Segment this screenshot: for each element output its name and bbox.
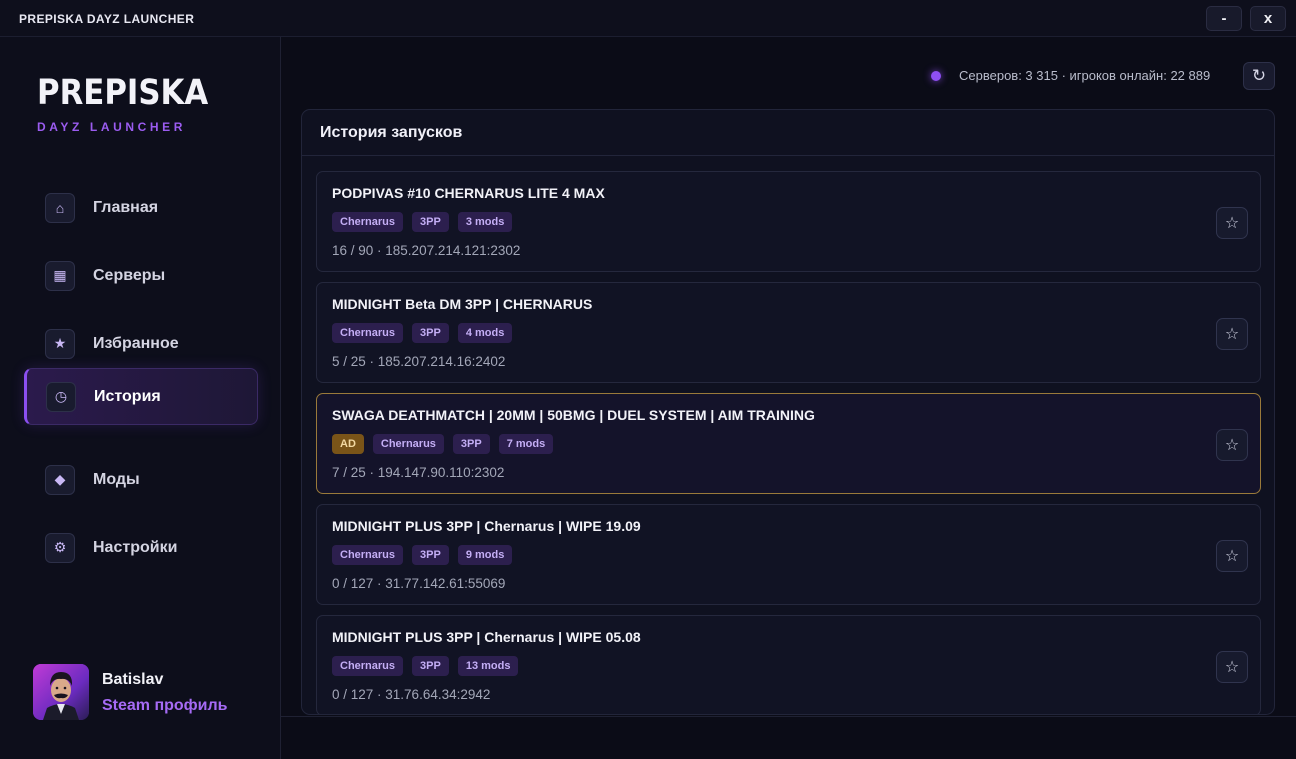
server-meta: 16 / 90 · 185.207.214.121:2302 (332, 243, 521, 258)
panel-header: История запусков (302, 110, 1274, 156)
sidebar-item-3[interactable]: ◷ История (24, 368, 258, 425)
server-meta: 7 / 25 · 194.147.90.110:2302 (332, 465, 505, 480)
server-tag: Chernarus (332, 656, 404, 676)
star-outline-icon: ☆ (1224, 215, 1240, 232)
server-meta: 5 / 25 · 185.207.214.16:2402 (332, 354, 506, 369)
server-name: MIDNIGHT Beta DM 3PP | CHERNARUS (332, 296, 593, 312)
gear-icon: ⚙ (45, 532, 75, 563)
server-tags: AD Chernarus 3PP 7 mods (332, 434, 554, 454)
avatar[interactable] (33, 664, 89, 720)
server-meta: 0 / 127 · 31.77.142.61:55069 (332, 576, 506, 591)
history-panel: История запусков PODPIVAS #10 CHERNARUS … (301, 109, 1275, 715)
app-title: PREPISKA DAYZ LAUNCHER (19, 12, 195, 26)
server-card[interactable]: PODPIVAS #10 CHERNARUS LITE 4 MAX Chernar… (316, 171, 1261, 272)
title-bar: PREPISKA DAYZ LAUNCHER - x (0, 0, 1296, 37)
sidebar: PREPISKA DAYZ LAUNCHER ⌂ Главная ▦ Серверы ★… (0, 37, 281, 759)
server-tag: 7 mods (498, 434, 554, 454)
refresh-icon: ↻ (1251, 66, 1267, 85)
main-content: Серверов: 3 315 · игроков онлайн: 22 889… (281, 37, 1296, 759)
diamond-icon: ◆ (45, 464, 75, 495)
server-tag: 9 mods (457, 545, 513, 565)
server-tag: 3PP (412, 545, 449, 565)
server-tag: 4 mods (457, 323, 513, 343)
footer-divider (281, 716, 1296, 717)
star-outline-icon: ☆ (1224, 437, 1240, 454)
sidebar-item-0[interactable]: ⌂ Главная (24, 179, 258, 236)
sidebar-item-label: Моды (93, 470, 140, 488)
server-tag: 3PP (412, 656, 449, 676)
star-icon: ★ (45, 328, 75, 359)
star-outline-icon: ☆ (1224, 548, 1240, 565)
favorite-button[interactable]: ☆ (1216, 540, 1248, 572)
favorite-button[interactable]: ☆ (1216, 651, 1248, 683)
logo-subtitle: DAYZ LAUNCHER (37, 120, 187, 134)
logo: PREPISKA (37, 73, 209, 113)
server-tag: 3PP (412, 323, 449, 343)
server-tags: Chernarus 3PP 9 mods (332, 545, 513, 565)
profile-name: Batislav (102, 671, 164, 688)
star-outline-icon: ☆ (1224, 326, 1240, 343)
favorite-button[interactable]: ☆ (1216, 429, 1248, 461)
star-outline-icon: ☆ (1224, 659, 1240, 676)
sidebar-item-label: Настройки (93, 538, 178, 556)
minimize-button[interactable]: - (1206, 6, 1242, 31)
home-icon: ⌂ (45, 192, 75, 223)
server-card[interactable]: SWAGA DEATHMATCH | 20MM | 50BMG | DUEL S… (316, 393, 1261, 494)
status-indicator-icon (931, 71, 941, 81)
sidebar-item-label: Главная (93, 198, 159, 216)
sidebar-item-label: Серверы (93, 266, 166, 284)
close-button[interactable]: x (1250, 6, 1286, 31)
server-tag: Chernarus (332, 545, 404, 565)
server-tag: 3 mods (457, 212, 513, 232)
server-tags: Chernarus 3PP 4 mods (332, 323, 513, 343)
server-tag: 3PP (452, 434, 490, 454)
server-name: SWAGA DEATHMATCH | 20MM | 50BMG | DUEL S… (332, 407, 815, 423)
sidebar-item-1[interactable]: ▦ Серверы (24, 247, 258, 304)
server-tags: Chernarus 3PP 3 mods (332, 212, 513, 232)
server-name: MIDNIGHT PLUS 3PP | Chernarus | WIPE 05.… (332, 629, 641, 645)
sidebar-item-5[interactable]: ⚙ Настройки (24, 519, 258, 576)
server-tag: Chernarus (372, 434, 444, 454)
ad-badge: AD (332, 434, 364, 454)
grid-icon: ▦ (45, 260, 75, 291)
sidebar-item-label: Избранное (93, 334, 179, 352)
sidebar-item-2[interactable]: ★ Избранное (24, 315, 258, 372)
server-card[interactable]: MIDNIGHT PLUS 3PP | Chernarus | WIPE 05.… (316, 615, 1261, 714)
server-tag: Chernarus (332, 212, 404, 232)
server-card[interactable]: MIDNIGHT Beta DM 3PP | CHERNARUS Chernaru… (316, 282, 1261, 383)
sidebar-item-label: История (94, 387, 161, 405)
clock-icon: ◷ (46, 381, 76, 412)
avatar-portrait-icon (33, 664, 89, 720)
server-tags: Chernarus 3PP 13 mods (332, 656, 519, 676)
server-meta: 0 / 127 · 31.76.64.34:2942 (332, 687, 491, 702)
panel-title: История запусков (320, 124, 463, 141)
server-tag: 13 mods (457, 656, 519, 676)
favorite-button[interactable]: ☆ (1216, 207, 1248, 239)
server-tag: Chernarus (332, 323, 404, 343)
server-tag: 3PP (412, 212, 449, 232)
server-name: PODPIVAS #10 CHERNARUS LITE 4 MAX (332, 185, 605, 201)
server-stats: Серверов: 3 315 · игроков онлайн: 22 889 (959, 68, 1211, 83)
sidebar-item-4[interactable]: ◆ Моды (24, 451, 258, 508)
user-profile: Batislav Steam профиль (33, 664, 263, 724)
steam-profile-link[interactable]: Steam профиль (102, 697, 228, 715)
favorite-button[interactable]: ☆ (1216, 318, 1248, 350)
server-card[interactable]: MIDNIGHT PLUS 3PP | Chernarus | WIPE 19.… (316, 504, 1261, 605)
refresh-button[interactable]: ↻ (1243, 62, 1275, 90)
server-name: MIDNIGHT PLUS 3PP | Chernarus | WIPE 19.… (332, 518, 641, 534)
